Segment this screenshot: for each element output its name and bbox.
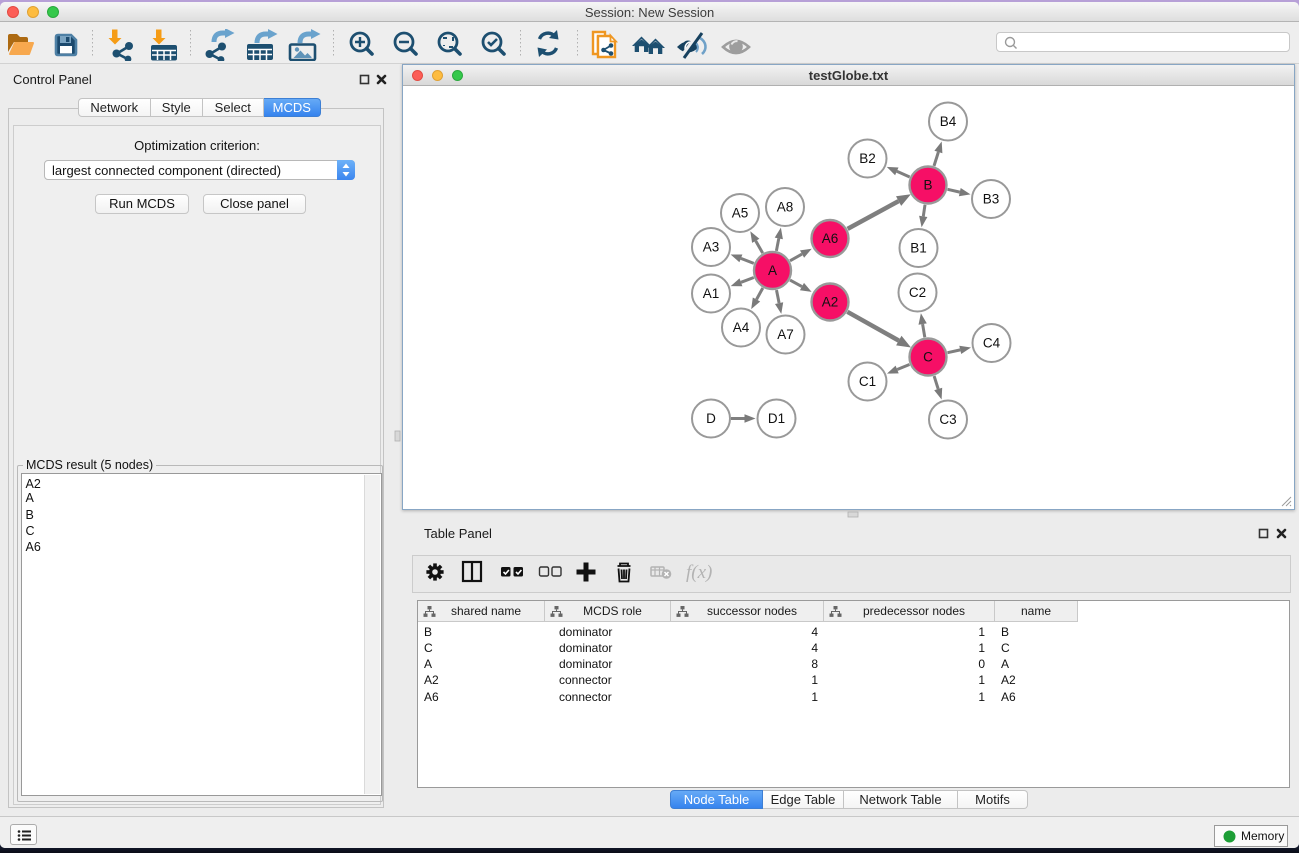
svg-text:C1: C1 <box>859 374 876 389</box>
svg-text:D: D <box>706 411 716 426</box>
svg-text:C4: C4 <box>983 336 1001 351</box>
svg-text:A7: A7 <box>777 327 794 342</box>
svg-text:A2: A2 <box>822 295 839 310</box>
svg-text:A8: A8 <box>777 200 794 215</box>
svg-text:A4: A4 <box>733 320 750 335</box>
svg-text:B: B <box>923 178 932 193</box>
svg-text:A: A <box>768 263 777 278</box>
svg-text:B4: B4 <box>940 114 957 129</box>
svg-text:B3: B3 <box>983 192 1000 207</box>
svg-text:A6: A6 <box>822 231 839 246</box>
svg-text:C: C <box>923 350 933 365</box>
svg-text:C3: C3 <box>939 412 956 427</box>
svg-text:D1: D1 <box>768 411 785 426</box>
svg-text:A3: A3 <box>703 240 720 255</box>
svg-text:A5: A5 <box>732 206 749 221</box>
svg-text:C2: C2 <box>909 285 926 300</box>
svg-text:B1: B1 <box>910 241 927 256</box>
svg-text:A1: A1 <box>703 286 720 301</box>
svg-text:B2: B2 <box>859 151 876 166</box>
